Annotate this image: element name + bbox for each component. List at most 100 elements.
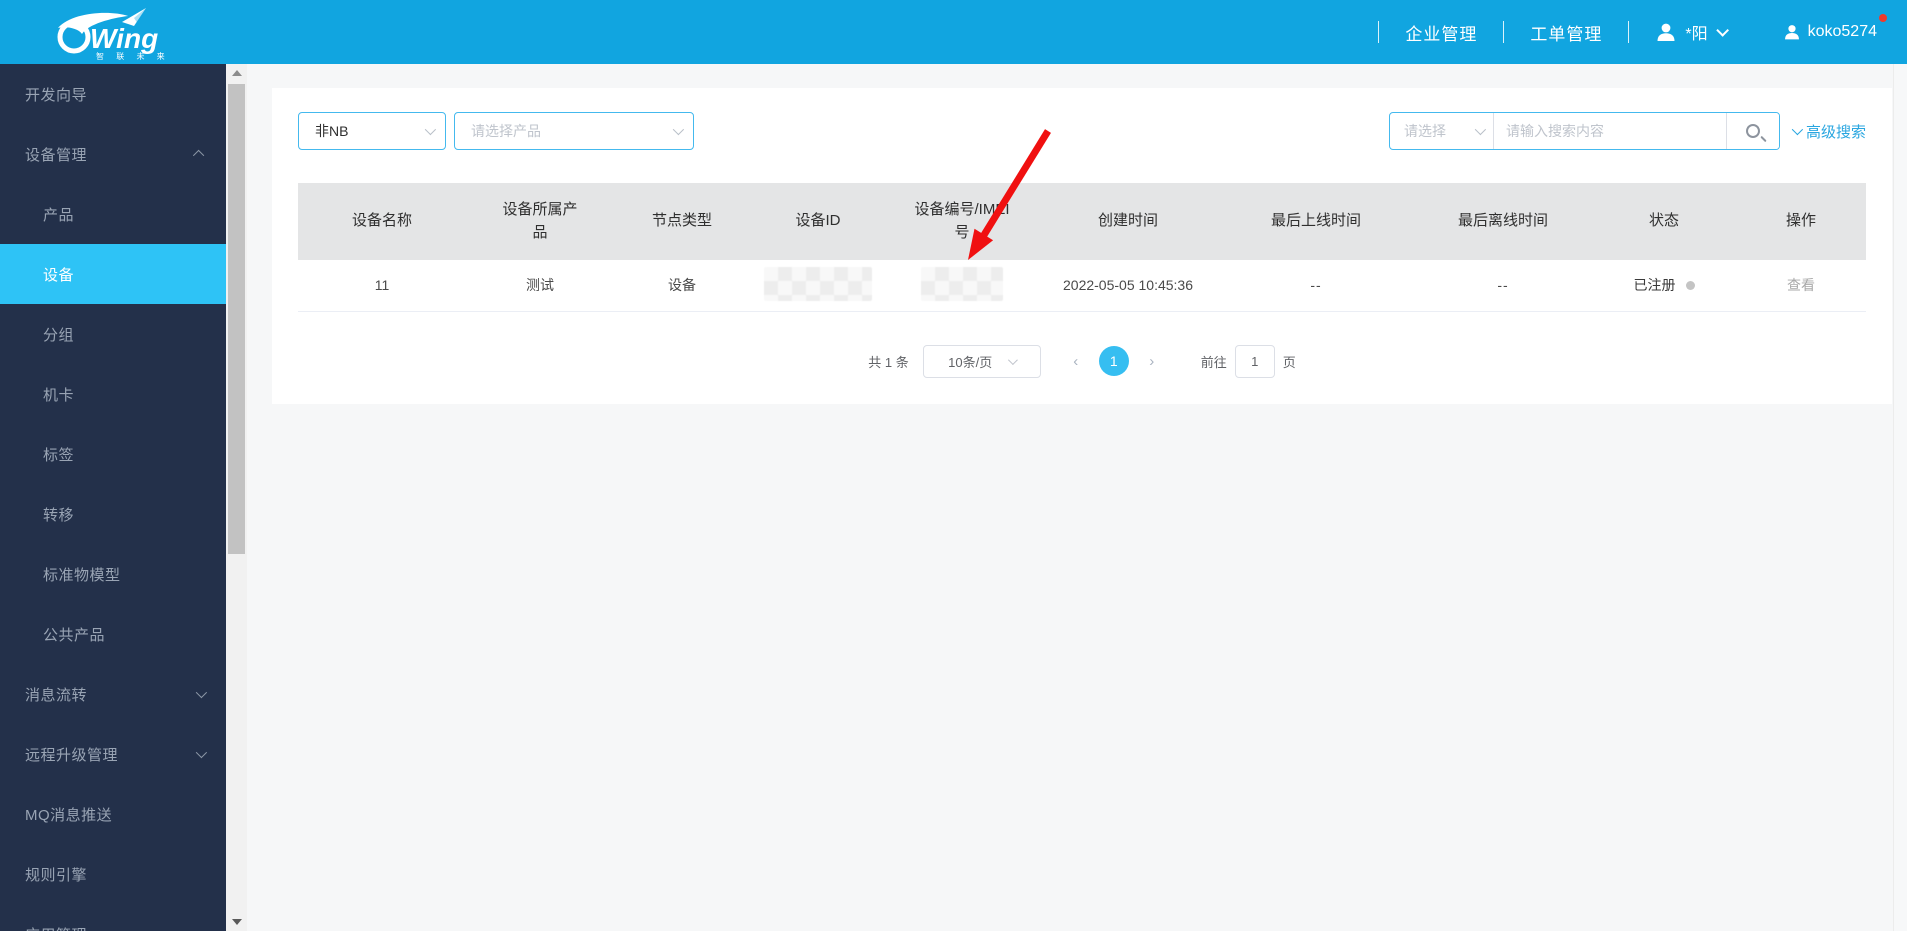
goto-page-input[interactable] [1234,344,1275,378]
cell-last-online: -- [1218,260,1414,312]
goto-label: 前往 [1200,354,1227,370]
person-icon [1784,25,1799,40]
cell-created: 2022-05-05 10:45:36 [1038,260,1218,312]
sidebar-item-message-flow[interactable]: 消息流转 [0,664,226,724]
sidebar-item-standard-model[interactable]: 标准物模型 [0,544,226,604]
prev-page-button[interactable]: ‹ [1059,353,1093,370]
triangle-up-icon [231,70,242,76]
top-nav-enterprise-mgmt[interactable]: 企业管理 [1405,20,1477,45]
person-icon [1657,23,1675,41]
view-link[interactable]: 查看 [1787,277,1815,293]
col-device-name: 设备名称 [298,183,466,260]
topbar: Wing 智 联 未 来 企业管理 工单管理 *阳 koko5274 [0,0,1907,64]
sidebar-item-product[interactable]: 产品 [0,184,226,244]
sidebar-item-device[interactable]: 设备 [0,244,226,304]
sidebar-item-group[interactable]: 分组 [0,304,226,364]
main-content: 非NB 请选择产品 请选择 请输入搜索内容 高级搜索 设备名称 设备所属产品 节… [247,64,1893,931]
page-size-value: 10条/页 [948,354,993,370]
status-dot-icon [1685,280,1695,290]
account-entry[interactable]: koko5274 [1783,14,1887,41]
sidebar-item-rule-engine[interactable]: 规则引擎 [0,844,226,904]
col-product: 设备所属产品 [466,183,614,260]
search-button[interactable] [1725,113,1779,149]
top-nav-workorder-mgmt[interactable]: 工单管理 [1530,20,1602,45]
chevron-down-icon [672,123,685,136]
next-page-button[interactable]: › [1135,353,1169,370]
cell-status: 已注册 [1592,260,1736,312]
pagination: 共 1 条 10条/页 ‹ 1 › 前往 页 [298,344,1866,378]
col-last-offline: 最后离线时间 [1414,183,1592,260]
redacted-imei [921,266,1003,301]
logo-brand-text: Wing [90,23,158,54]
cell-last-offline: -- [1414,260,1592,312]
sidebar-item-remote-upgrade[interactable]: 远程升级管理 [0,724,226,784]
advanced-search-label: 高级搜索 [1805,123,1866,141]
device-table: 设备名称 设备所属产品 节点类型 设备ID 设备编号/IMEI号 创建时间 最后… [298,183,1866,312]
cell-action: 查看 [1736,260,1866,312]
nav-divider [1628,21,1630,43]
search-field-select[interactable]: 请选择 [1390,113,1494,149]
notification-badge [1879,14,1887,22]
goto-page: 前往 页 [1200,344,1296,378]
top-nav: 企业管理 工单管理 *阳 koko5274 [1352,0,1907,64]
col-last-online: 最后上线时间 [1218,183,1414,260]
sidebar-item-tag[interactable]: 标签 [0,424,226,484]
sidebar-item-dev-wizard[interactable]: 开发向导 [0,64,226,124]
col-imei: 设备编号/IMEI号 [886,183,1038,260]
search-input[interactable] [1493,113,1726,149]
app-logo[interactable]: Wing 智 联 未 来 [52,4,180,60]
chevron-down-icon [1474,123,1487,136]
chevron-down-icon [195,746,208,759]
sidebar-item-transfer[interactable]: 转移 [0,484,226,544]
redacted-device-id [764,266,872,301]
device-list-card: 非NB 请选择产品 请选择 请输入搜索内容 高级搜索 设备名称 设备所属产品 节… [272,88,1892,404]
sidebar-scrollbar[interactable] [226,64,247,931]
sidebar-item-mq-push[interactable]: MQ消息推送 [0,784,226,844]
filter-row: 非NB 请选择产品 请选择 请输入搜索内容 高级搜索 [298,112,1866,150]
cell-imei [886,260,1038,312]
search-group: 请选择 [1388,112,1780,150]
page-scrollbar[interactable] [1893,64,1907,931]
search-icon [1745,124,1760,138]
chevron-down-icon [424,123,437,136]
chevron-up-icon [192,149,205,162]
sidebar: 开发向导 设备管理 产品 设备 分组 机卡 标签 转移 标准物模型 公共产品 消… [0,64,226,931]
logo-tagline: 智 联 未 来 [96,51,170,60]
account-name: koko5274 [1807,23,1877,40]
col-status: 状态 [1592,183,1736,260]
col-action: 操作 [1736,183,1866,260]
sidebar-item-sim-card[interactable]: 机卡 [0,364,226,424]
page-1-button[interactable]: 1 [1098,346,1129,376]
logo-graphic: Wing 智 联 未 来 [57,8,170,60]
advanced-search-link[interactable]: 高级搜索 [1791,121,1866,142]
chevron-down-icon [1008,354,1019,365]
nav-divider [1378,21,1380,43]
scroll-down-button[interactable] [226,913,247,931]
screen: Wing 智 联 未 来 企业管理 工单管理 *阳 koko5274 开发向导 … [0,0,1907,931]
scroll-up-button[interactable] [226,64,247,82]
sidebar-item-device-mgmt[interactable]: 设备管理 [0,124,226,184]
cell-product: 测试 [466,260,614,312]
cell-device-name: 11 [298,260,466,312]
page-unit-label: 页 [1282,354,1296,370]
table-row: 11 测试 设备 2022-05-05 10:45:36 -- -- 已注册 查… [298,260,1866,312]
user-menu[interactable]: *阳 [1655,20,1729,44]
nav-divider [1503,21,1505,43]
sidebar-item-public-product[interactable]: 公共产品 [0,604,226,664]
total-count: 共 1 条 [868,354,909,370]
sidebar-item-app-mgmt[interactable]: 应用管理 [0,904,226,931]
triangle-down-icon [231,919,242,925]
product-select-placeholder: 请选择产品 [471,123,541,139]
col-device-id: 设备ID [750,183,886,260]
user-menu-name: *阳 [1685,26,1708,43]
device-type-select-value: 非NB [315,123,349,139]
cell-node-type: 设备 [614,260,750,312]
col-node-type: 节点类型 [614,183,750,260]
cell-device-id [750,260,886,312]
product-select[interactable]: 请选择产品 [454,112,694,150]
sidebar-scrollbar-thumb[interactable] [228,84,245,554]
device-type-select[interactable]: 非NB [298,112,446,150]
chevron-down-icon [1791,123,1804,136]
page-size-select[interactable]: 10条/页 [922,344,1041,378]
search-field-placeholder: 请选择 [1403,123,1446,139]
